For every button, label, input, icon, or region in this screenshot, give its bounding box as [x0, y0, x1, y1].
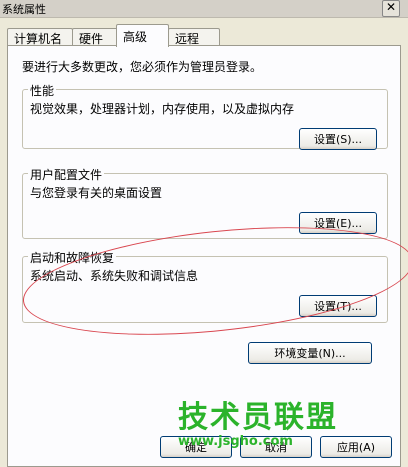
admin-notice: 要进行大多数更改，您必须作为管理员登录。 [22, 60, 263, 74]
user-profiles-description: 与您登录有关的桌面设置 [30, 186, 163, 200]
environment-variables-button[interactable]: 环境变量(N)... [248, 342, 372, 364]
performance-title: 性能 [28, 82, 57, 99]
window-title: 系统属性 [2, 3, 46, 16]
watermark: 技术员联盟 www.jsgho.com [178, 392, 368, 449]
startup-recovery-settings-button[interactable]: 设置(T)... [299, 295, 377, 317]
watermark-brand: 技术员联盟 [178, 400, 338, 435]
title-bar: 系统属性 ✕ [0, 0, 408, 18]
tab-computer-name[interactable]: 计算机名 [7, 28, 73, 46]
performance-settings-button[interactable]: 设置(S)... [299, 128, 377, 150]
tab-advanced[interactable]: 高级 [116, 24, 169, 47]
startup-recovery-description: 系统启动、系统失败和调试信息 [30, 269, 199, 283]
startup-recovery-title: 启动和故障恢复 [28, 249, 117, 266]
close-button[interactable]: ✕ [382, 0, 400, 17]
user-profiles-group: 用户配置文件 与您登录有关的桌面设置 设置(E)... [22, 166, 388, 239]
user-profiles-settings-button[interactable]: 设置(E)... [299, 212, 377, 234]
tab-strip: 计算机名 硬件 高级 远程 [7, 24, 402, 47]
startup-recovery-group: 启动和故障恢复 系统启动、系统失败和调试信息 设置(T)... [22, 249, 388, 323]
close-icon: ✕ [386, 0, 397, 14]
watermark-url: www.jsgho.com [178, 434, 293, 449]
performance-description: 视觉效果，处理器计划，内存使用，以及虚拟内存 [30, 102, 295, 116]
performance-group: 性能 视觉效果，处理器计划，内存使用，以及虚拟内存 设置(S)... [22, 82, 388, 150]
user-profiles-title: 用户配置文件 [28, 166, 105, 183]
tab-remote[interactable]: 远程 [168, 28, 220, 46]
tab-hardware[interactable]: 硬件 [72, 28, 118, 46]
